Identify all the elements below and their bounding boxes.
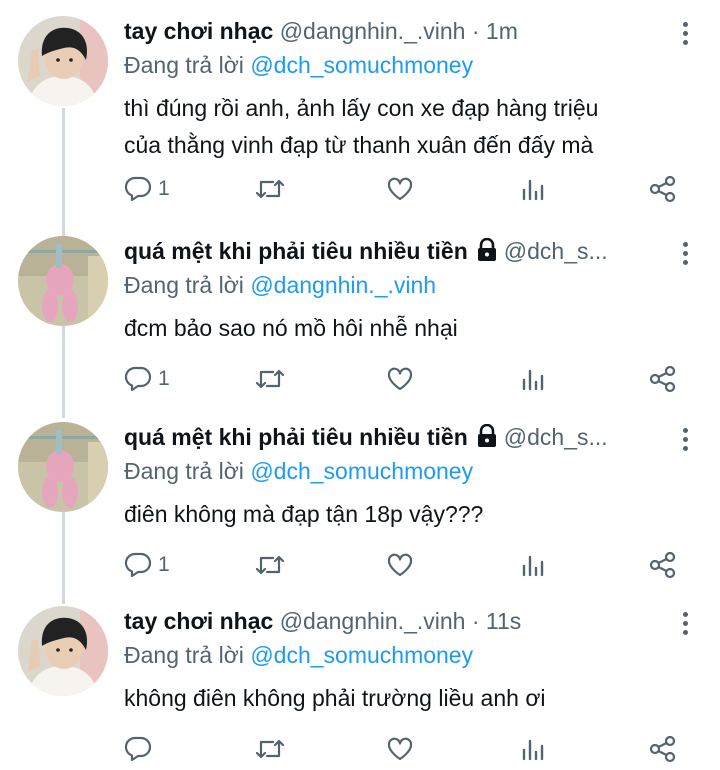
- mention-link[interactable]: @dangnhin._.vinh: [250, 272, 436, 298]
- display-name[interactable]: quá mệt khi phải tiêu nhiều tiền: [124, 424, 468, 450]
- reply-context: Đang trả lời @dch_somuchmoney: [124, 639, 473, 671]
- mention-link[interactable]: @dch_somuchmoney: [250, 52, 473, 78]
- lock-icon: [476, 237, 498, 268]
- retweet-button[interactable]: [254, 732, 286, 766]
- tweet-header: quá mệt khi phải tiêu nhiều tiền @dch_s..…: [124, 234, 660, 268]
- heart-icon: [387, 737, 413, 761]
- tweet-text-line: đcm bảo sao nó mồ hôi nhễ nhại: [124, 315, 458, 341]
- speech-bubble-icon: [124, 552, 152, 578]
- avatar[interactable]: [18, 236, 108, 326]
- reply-count: 1: [158, 553, 170, 576]
- share-icon: [649, 175, 676, 203]
- views-button[interactable]: [520, 172, 546, 206]
- display-name[interactable]: quá mệt khi phải tiêu nhiều tiền: [124, 238, 468, 264]
- reply-prefix: Đang trả lời: [124, 642, 244, 668]
- share-icon: [649, 551, 676, 579]
- reply-count: 1: [158, 177, 170, 200]
- display-name[interactable]: tay chơi nhạc: [124, 18, 273, 44]
- retweet-button[interactable]: [254, 362, 286, 396]
- reply-prefix: Đang trả lời: [124, 52, 244, 78]
- tweet-text: đcm bảo sao nó mồ hôi nhễ nhại: [124, 310, 694, 347]
- display-name[interactable]: tay chơi nhạc: [124, 608, 273, 634]
- like-button[interactable]: [386, 172, 414, 206]
- reply-button[interactable]: 1: [124, 548, 170, 582]
- reply-count: 1: [158, 367, 170, 390]
- views-button[interactable]: [520, 548, 546, 582]
- retweet-button[interactable]: [254, 172, 286, 206]
- avatar[interactable]: [18, 422, 108, 512]
- share-button[interactable]: [648, 732, 678, 766]
- tweet-text: thì đúng rồi anh, ảnh lấy con xe đạp hàn…: [124, 90, 694, 164]
- retweet-icon: [255, 369, 285, 389]
- tweet-text: điên không mà đạp tận 18p vậy???: [124, 496, 694, 533]
- tweet-text: không điên không phải trường liều anh ơi: [124, 680, 694, 717]
- like-button[interactable]: [386, 548, 414, 582]
- reply-button[interactable]: 1: [124, 362, 170, 396]
- reply-button[interactable]: [124, 732, 158, 766]
- user-handle[interactable]: @dangnhin._.vinh: [280, 18, 466, 44]
- speech-bubble-icon: [124, 366, 152, 392]
- more-vertical-icon[interactable]: [680, 612, 690, 638]
- reply-context: Đang trả lời @dangnhin._.vinh: [124, 269, 436, 301]
- retweet-icon: [255, 555, 285, 575]
- like-button[interactable]: [386, 732, 414, 766]
- bar-chart-icon: [522, 179, 544, 201]
- tweet-actions: 1: [0, 362, 720, 396]
- share-button[interactable]: [648, 172, 678, 206]
- views-button[interactable]: [520, 732, 546, 766]
- retweet-icon: [255, 739, 285, 759]
- heart-icon: [387, 367, 413, 391]
- tweet-actions: [0, 732, 720, 766]
- tweet-text-line: thì đúng rồi anh, ảnh lấy con xe đạp hàn…: [124, 95, 599, 121]
- avatar[interactable]: [18, 606, 108, 696]
- tweet-actions: 1: [0, 548, 720, 582]
- share-icon: [649, 735, 676, 763]
- bar-chart-icon: [522, 369, 544, 391]
- user-handle[interactable]: @dangnhin._.vinh: [280, 608, 466, 634]
- separator: ·: [465, 18, 486, 44]
- more-vertical-icon[interactable]: [680, 428, 690, 454]
- heart-icon: [387, 553, 413, 577]
- reply-prefix: Đang trả lời: [124, 458, 244, 484]
- like-button[interactable]: [386, 362, 414, 396]
- reply-context: Đang trả lời @dch_somuchmoney: [124, 49, 473, 81]
- retweet-button[interactable]: [254, 548, 286, 582]
- avatar[interactable]: [18, 16, 108, 106]
- speech-bubble-icon: [124, 736, 152, 762]
- more-vertical-icon[interactable]: [680, 22, 690, 48]
- tweet-header: tay chơi nhạc @dangnhin._.vinh · 11s: [124, 604, 660, 638]
- reply-button[interactable]: 1: [124, 172, 170, 206]
- user-handle[interactable]: @dch_s...: [504, 238, 608, 264]
- share-icon: [649, 365, 676, 393]
- tweet-header: quá mệt khi phải tiêu nhiều tiền @dch_s..…: [124, 420, 660, 454]
- heart-icon: [387, 177, 413, 201]
- user-handle[interactable]: @dch_s...: [504, 424, 608, 450]
- tweet-text-line: không điên không phải trường liều anh ơi: [124, 685, 546, 711]
- lock-icon: [476, 423, 498, 454]
- views-button[interactable]: [520, 362, 546, 396]
- timestamp[interactable]: 11s: [486, 608, 521, 634]
- reply-context: Đang trả lời @dch_somuchmoney: [124, 455, 473, 487]
- more-vertical-icon[interactable]: [680, 242, 690, 268]
- mention-link[interactable]: @dch_somuchmoney: [250, 458, 473, 484]
- bar-chart-icon: [522, 555, 544, 577]
- tweet-actions: 1: [0, 172, 720, 206]
- share-button[interactable]: [648, 548, 678, 582]
- tweet-text-line: điên không mà đạp tận 18p vậy???: [124, 501, 484, 527]
- share-button[interactable]: [648, 362, 678, 396]
- separator: ·: [465, 608, 486, 634]
- speech-bubble-icon: [124, 176, 152, 202]
- timestamp[interactable]: 1m: [486, 18, 518, 44]
- mention-link[interactable]: @dch_somuchmoney: [250, 642, 473, 668]
- bar-chart-icon: [522, 739, 544, 761]
- reply-prefix: Đang trả lời: [124, 272, 244, 298]
- retweet-icon: [255, 179, 285, 199]
- tweet-header: tay chơi nhạc @dangnhin._.vinh · 1m: [124, 14, 660, 48]
- tweet-text-line: của thằng vinh đạp từ thanh xuân đến đấy…: [124, 132, 594, 158]
